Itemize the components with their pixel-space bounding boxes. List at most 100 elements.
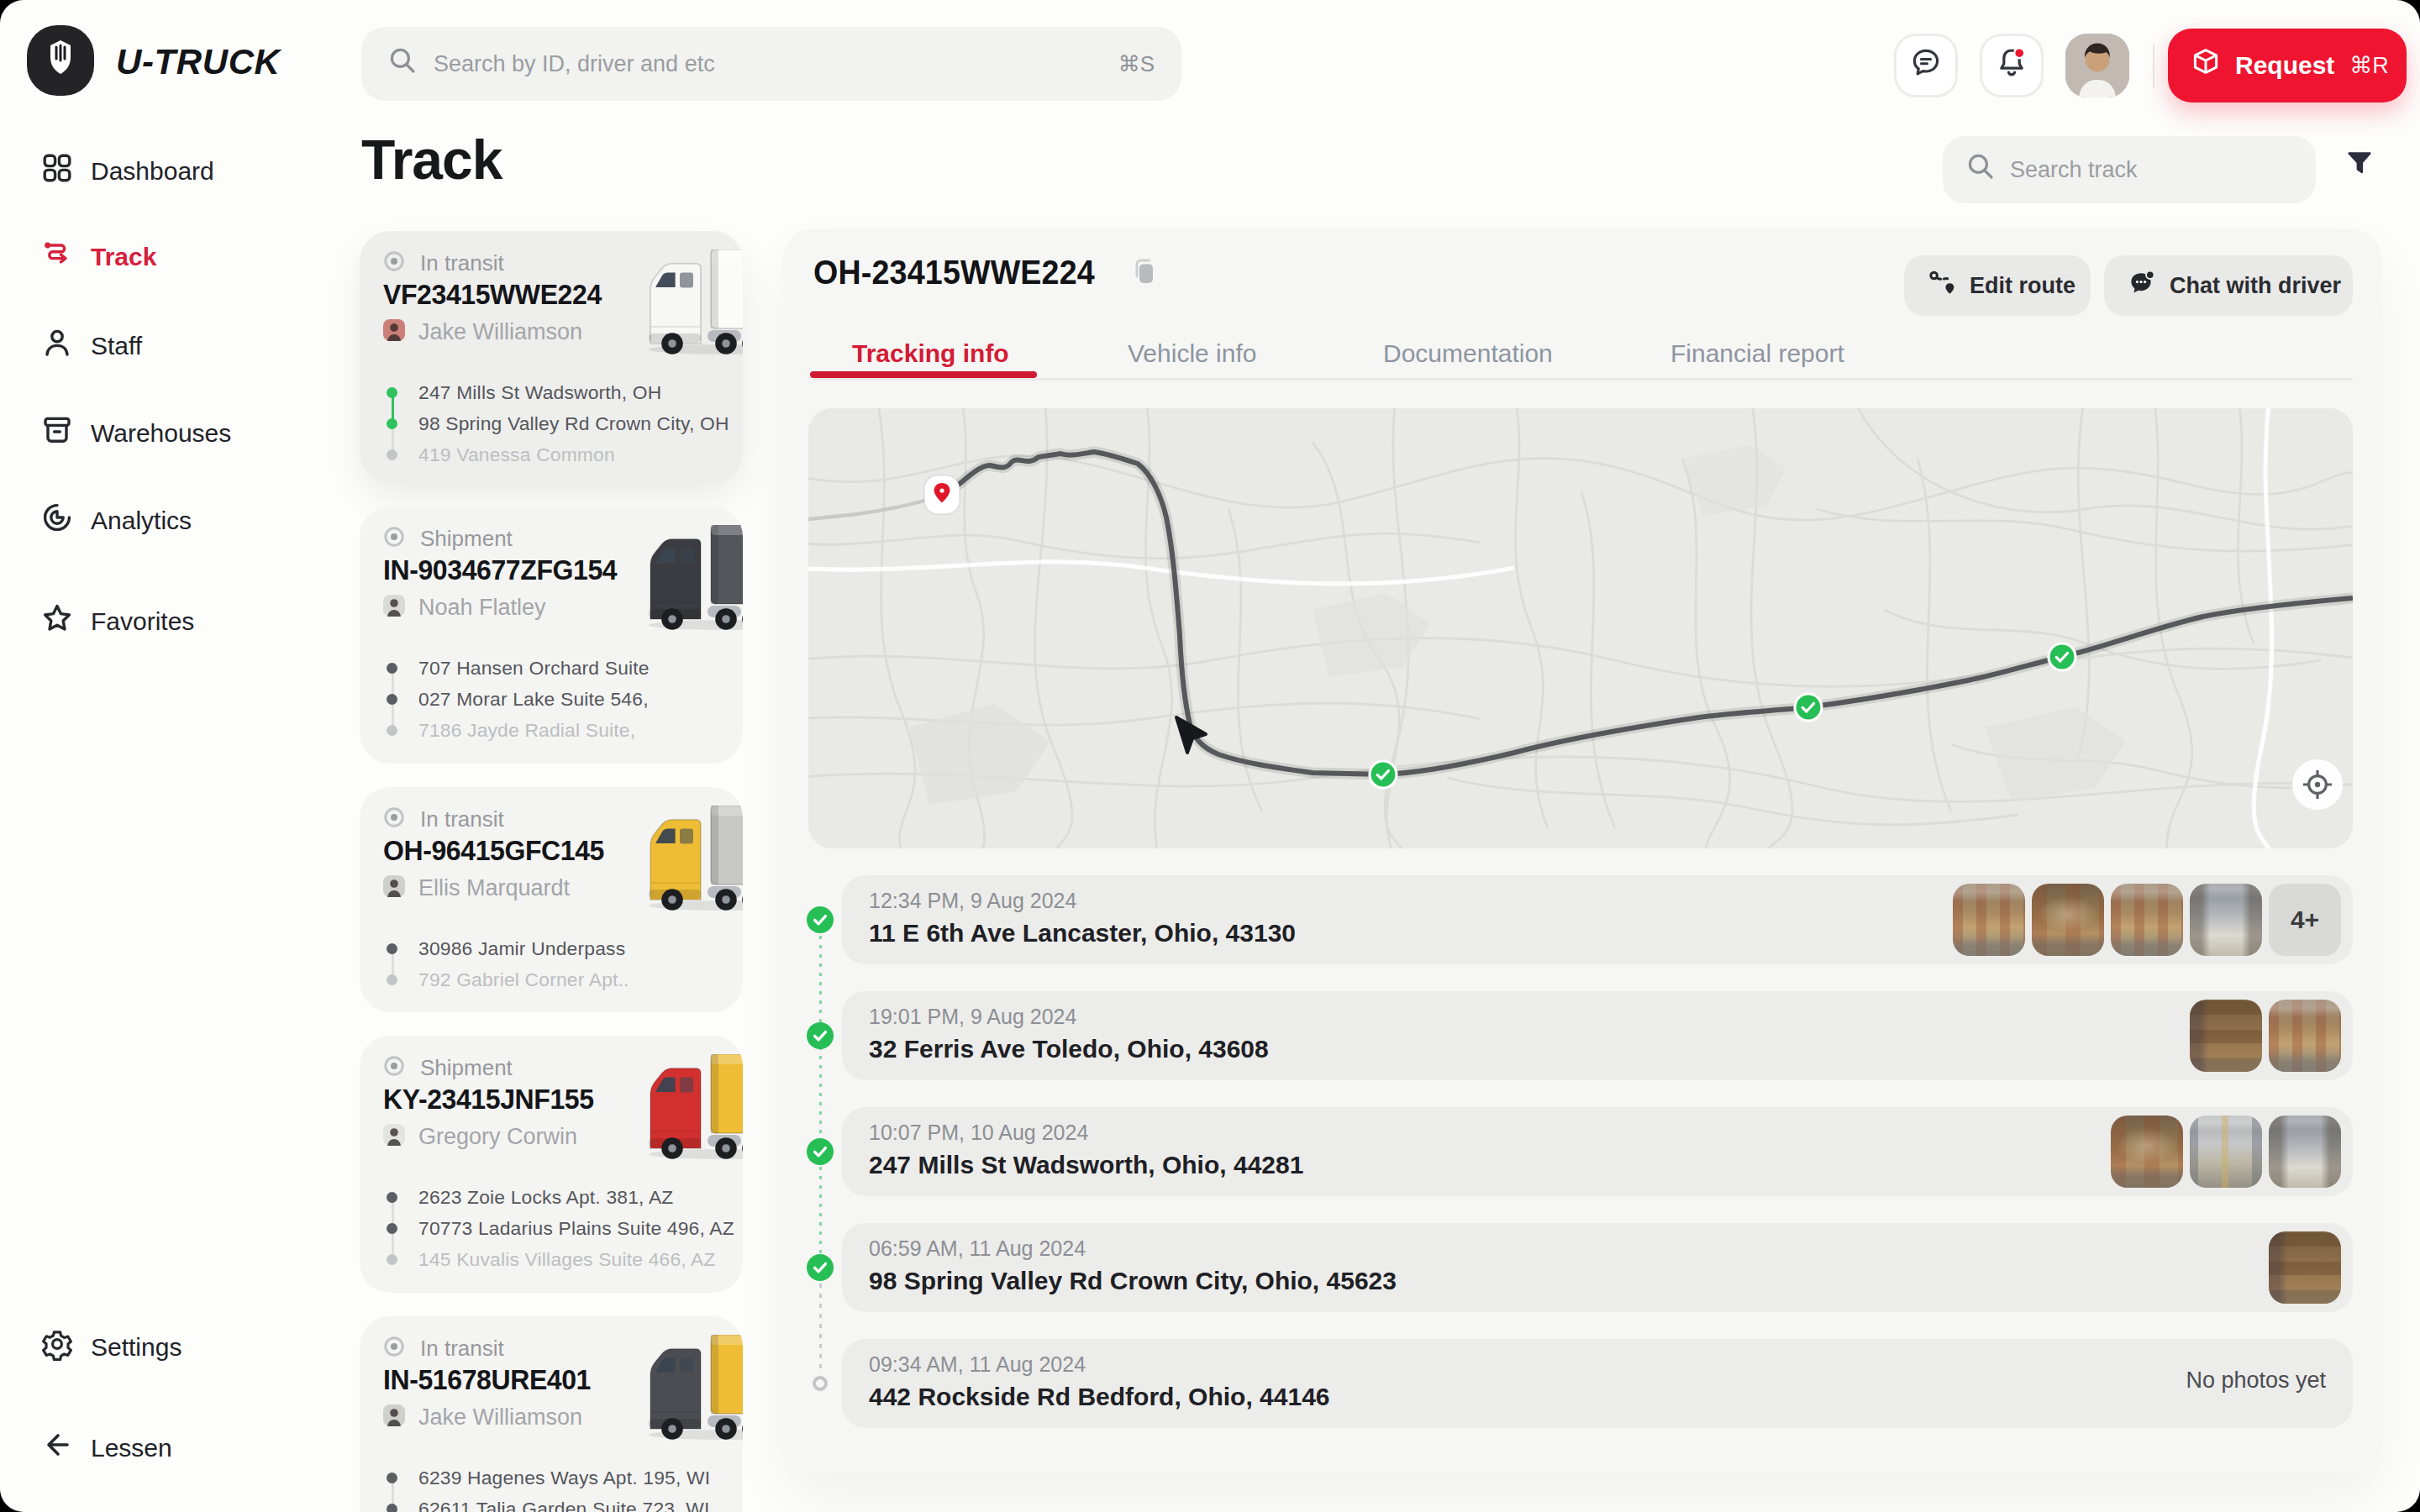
copy-icon[interactable] (1133, 254, 1155, 291)
sidebar-item-lessen[interactable]: Lessen (0, 1420, 343, 1477)
timeline-stop-row[interactable]: 09:34 AM, 11 Aug 2024 442 Rockside Rd Be… (842, 1339, 2353, 1428)
page-title: Track (361, 128, 502, 192)
analytics-icon (40, 501, 74, 541)
shield-icon (45, 37, 76, 84)
tab-documentation[interactable]: Documentation (1383, 339, 1553, 368)
stop-address: 7186 Jayde Radial Suite, (383, 715, 726, 746)
stops-list: 2623 Zoie Locks Apt. 381, AZ70773 Ladari… (383, 1182, 726, 1275)
stop-address: 30986 Jamir Underpass (383, 933, 726, 964)
timeline-stop-row[interactable]: 06:59 AM, 11 Aug 2024 98 Spring Valley R… (842, 1223, 2353, 1312)
no-photos-label: No photos yet (2186, 1368, 2326, 1394)
delivery-photo[interactable] (2111, 884, 2183, 956)
stop-address: 98 Spring Valley Rd Crown City, Ohio, 45… (869, 1267, 1397, 1295)
shipment-card-KY-23415JNF155[interactable]: Shipment KY-23415JNF155 Gregory Corwin 2… (360, 1036, 743, 1293)
driver-avatar (383, 317, 405, 348)
notifications-button[interactable] (1980, 34, 2044, 97)
search-shortcut: ⌘S (1118, 51, 1155, 77)
timeline-pending-icon (813, 1376, 828, 1391)
funnel-icon (2346, 150, 2373, 183)
global-search-input[interactable]: Search by ID, driver and etc ⌘S (361, 27, 1181, 101)
stop-dot-icon (387, 1254, 397, 1265)
shipment-status: Shipment (420, 1055, 513, 1081)
delivery-photo[interactable] (2032, 884, 2104, 956)
delivery-photo[interactable] (2269, 1116, 2341, 1188)
stop-time: 09:34 AM, 11 Aug 2024 (869, 1352, 1086, 1377)
driver-name: Jake Williamson (418, 1404, 582, 1431)
shipment-id-title: OH-23415WWE224 (813, 254, 1155, 291)
timeline-check-icon (807, 1254, 834, 1281)
tab-vehicle-info[interactable]: Vehicle info (1128, 339, 1256, 368)
sidebar-item-label: Staff (91, 332, 142, 360)
stop-address: 98 Spring Valley Rd Crown City, OH (383, 408, 726, 439)
search-icon (1966, 152, 1995, 187)
delivery-photo[interactable] (2269, 1231, 2341, 1304)
shipment-card-IN-9034677ZFG154[interactable]: Shipment IN-9034677ZFG154 Noah Flatley 7… (360, 507, 743, 764)
driver-avatar (383, 1402, 405, 1433)
stops-list: 30986 Jamir Underpass792 Gabriel Corner … (383, 933, 726, 995)
shipment-card-OH-96415GFC145[interactable]: In transit OH-96415GFC145 Ellis Marquard… (360, 787, 743, 1012)
delivery-photo[interactable] (1953, 884, 2025, 956)
topbar-divider (2153, 44, 2154, 87)
route-map[interactable] (808, 408, 2353, 848)
shipment-card-VF23415WWE224[interactable]: In transit VF23415WWE224 Jake Williamson… (360, 231, 743, 483)
sidebar-item-staff[interactable]: Staff (0, 318, 343, 375)
track-route-icon (40, 237, 74, 277)
edit-route-button[interactable]: Edit route (1904, 255, 2091, 316)
sidebar-item-settings[interactable]: Settings (0, 1319, 343, 1376)
status-icon (383, 248, 405, 279)
filter-button[interactable] (2336, 143, 2383, 190)
sidebar: Dashboard Track Staff Warehouses Analytics Fa… (0, 131, 343, 1512)
locate-crosshair-icon (2292, 759, 2343, 810)
delivery-photo[interactable] (2269, 1000, 2341, 1072)
more-photos-badge[interactable]: 4+ (2269, 884, 2341, 956)
status-icon (383, 1333, 405, 1364)
stops-list: 247 Mills St Wadsworth, OH98 Spring Vall… (383, 377, 726, 470)
arrow-left-icon (40, 1428, 74, 1468)
delivery-photo[interactable] (2190, 884, 2262, 956)
shipment-id: OH-96415GFC145 (383, 834, 604, 867)
sidebar-item-analytics[interactable]: Analytics (0, 492, 343, 549)
stop-time: 19:01 PM, 9 Aug 2024 (869, 1005, 1076, 1029)
driver-avatar (383, 592, 405, 623)
status-icon (383, 523, 405, 554)
shipment-id: IN-9034677ZFG154 (383, 554, 617, 586)
delivery-photo[interactable] (2111, 1116, 2183, 1188)
timeline-stop-row[interactable]: 19:01 PM, 9 Aug 2024 32 Ferris Ave Toled… (842, 991, 2353, 1080)
sidebar-item-label: Warehouses (91, 419, 231, 448)
sidebar-item-warehouses[interactable]: Warehouses (0, 405, 343, 462)
shipment-status: In transit (420, 1336, 504, 1362)
driver-name: Noah Flatley (418, 595, 546, 621)
timeline-check-icon (807, 1138, 834, 1165)
timeline-check-icon (807, 906, 834, 933)
timeline-stop-row[interactable]: 10:07 PM, 10 Aug 2024 247 Mills St Wadsw… (842, 1107, 2353, 1196)
favorites-star-icon (40, 601, 74, 642)
delivery-photo[interactable] (2190, 1000, 2262, 1072)
sidebar-item-favorites[interactable]: Favorites (0, 593, 343, 650)
sidebar-item-dashboard[interactable]: Dashboard (0, 143, 343, 200)
stop-dot-icon (387, 418, 397, 429)
request-shortcut: ⌘R (2349, 52, 2389, 79)
chat-button[interactable] (1894, 34, 1958, 97)
sidebar-item-track[interactable]: Track (0, 228, 343, 286)
stops-list: 6239 Hagenes Ways Apt. 195, WI62611 Tali… (383, 1462, 726, 1512)
track-search-input[interactable]: Search track (1943, 136, 2316, 203)
delivery-photo[interactable] (2190, 1116, 2262, 1188)
sidebar-item-label: Dashboard (91, 157, 214, 186)
chat-with-driver-button[interactable]: Chat with driver (2104, 255, 2353, 316)
stop-dot-icon (387, 725, 397, 736)
request-button[interactable]: Request ⌘R (2168, 29, 2407, 102)
shipment-card-IN-51678URE401[interactable]: In transit IN-51678URE401 Jake Williamso… (360, 1316, 743, 1512)
stop-address: 027 Morar Lake Suite 546, (383, 684, 726, 715)
brand-logo[interactable] (27, 25, 94, 96)
sidebar-item-label: Track (91, 243, 156, 271)
sidebar-item-label: Favorites (91, 607, 194, 636)
active-tab-underline (810, 371, 1037, 378)
search-placeholder: Search by ID, driver and etc (434, 51, 715, 77)
stop-time: 10:07 PM, 10 Aug 2024 (869, 1121, 1088, 1145)
request-label: Request (2235, 51, 2334, 80)
warehouses-icon (40, 413, 74, 454)
user-avatar[interactable] (2065, 34, 2129, 97)
tab-financial-report[interactable]: Financial report (1670, 339, 1844, 368)
timeline-stop-row[interactable]: 12:34 PM, 9 Aug 2024 11 E 6th Ave Lancas… (842, 875, 2353, 964)
tab-tracking-info[interactable]: Tracking info (852, 339, 1009, 368)
